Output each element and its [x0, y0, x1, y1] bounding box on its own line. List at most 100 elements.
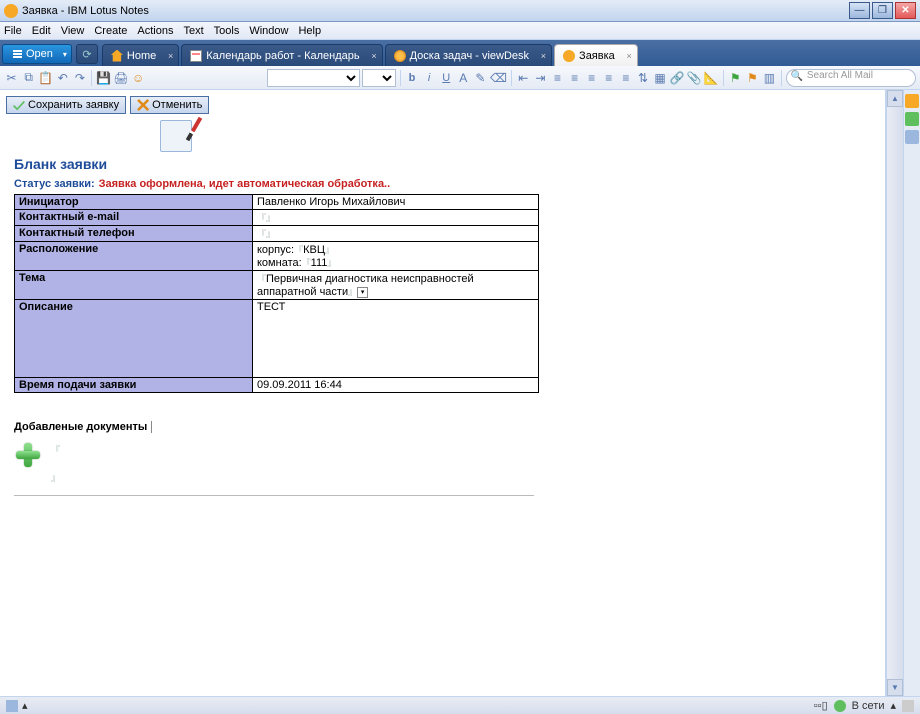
- tab-request[interactable]: Заявка×: [554, 44, 638, 66]
- rss-icon[interactable]: [905, 94, 919, 108]
- print-icon[interactable]: 🖨: [113, 69, 128, 87]
- tab-close-icon[interactable]: ×: [627, 51, 632, 61]
- check-icon: [13, 99, 25, 111]
- spacing-icon[interactable]: ⇅: [635, 69, 650, 87]
- tab-home[interactable]: Home×: [102, 44, 179, 66]
- description-label: Описание: [15, 300, 253, 378]
- numbering-icon[interactable]: ≡: [567, 69, 582, 87]
- copy-icon[interactable]: ⧉: [21, 69, 36, 87]
- redo-icon[interactable]: ↷: [72, 69, 87, 87]
- cancel-button[interactable]: Отменить: [130, 96, 209, 114]
- vertical-scrollbar[interactable]: ▲ ▼: [886, 90, 903, 696]
- status-arrow-2[interactable]: ▴: [890, 699, 896, 712]
- home-icon: [111, 50, 123, 62]
- align-left-icon[interactable]: ≡: [584, 69, 599, 87]
- more-icon[interactable]: ▥: [762, 69, 777, 87]
- paste-icon[interactable]: 📋: [38, 69, 53, 87]
- menu-create[interactable]: Create: [94, 25, 127, 37]
- status-label: Статус заявки:: [14, 178, 95, 190]
- menu-view[interactable]: View: [61, 25, 85, 37]
- align-right-icon[interactable]: ≡: [618, 69, 633, 87]
- menu-file[interactable]: File: [4, 25, 22, 37]
- close-button[interactable]: ✕: [895, 2, 916, 19]
- scroll-down-icon[interactable]: ▼: [887, 679, 903, 696]
- indent-right-icon[interactable]: ⇥: [533, 69, 548, 87]
- menu-tools[interactable]: Tools: [214, 25, 240, 37]
- divider: [14, 495, 534, 496]
- phone-label: Контактный телефон: [15, 226, 253, 242]
- sametime-icon[interactable]: [905, 112, 919, 126]
- menu-text[interactable]: Text: [183, 25, 203, 37]
- menu-help[interactable]: Help: [298, 25, 321, 37]
- email-field[interactable]: 『』: [253, 210, 539, 226]
- save-request-button[interactable]: Сохранить заявку: [6, 96, 126, 114]
- highlight-icon[interactable]: ✎: [473, 69, 488, 87]
- clear-format-icon[interactable]: ⌫: [490, 69, 507, 87]
- form-header-icon: [160, 120, 192, 152]
- bullets-icon[interactable]: ≡: [550, 69, 565, 87]
- description-field[interactable]: ТЕСТ: [253, 300, 539, 378]
- refresh-button[interactable]: ⟳: [76, 44, 98, 64]
- menu-edit[interactable]: Edit: [32, 25, 51, 37]
- dropdown-icon[interactable]: ▾: [357, 287, 368, 298]
- cancel-icon: [137, 99, 149, 111]
- tab-close-icon[interactable]: ×: [371, 51, 376, 61]
- status-line: Статус заявки: Заявка оформлена, идет ав…: [14, 174, 871, 190]
- menu-window[interactable]: Window: [249, 25, 288, 37]
- phone-field[interactable]: 『』: [253, 226, 539, 242]
- link-icon[interactable]: 🔗: [670, 69, 685, 87]
- underline-icon[interactable]: U: [439, 69, 454, 87]
- search-input[interactable]: Search All Mail: [786, 69, 916, 87]
- table-icon[interactable]: ▦: [653, 69, 668, 87]
- form-title: Бланк заявки: [14, 156, 871, 172]
- request-form-table: Инициатор Павленко Игорь Михайлович Конт…: [14, 194, 539, 393]
- tab-calendar[interactable]: Календарь работ - Календарь×: [181, 44, 382, 66]
- initiator-label: Инициатор: [15, 195, 253, 210]
- maximize-button[interactable]: ❐: [872, 2, 893, 19]
- app-icon: [4, 4, 18, 18]
- subject-label: Тема: [15, 271, 253, 300]
- status-bar: ▴ ▫▫▯ В сети ▴: [0, 696, 920, 714]
- initiator-value: Павленко Игорь Михайлович: [253, 195, 539, 210]
- undo-icon[interactable]: ↶: [55, 69, 70, 87]
- status-icon: [6, 700, 18, 712]
- flag-green-icon[interactable]: ⚑: [728, 69, 743, 87]
- menu-actions[interactable]: Actions: [137, 25, 173, 37]
- tray-icon[interactable]: [902, 700, 914, 712]
- attachment-placeholder: 『』: [45, 441, 60, 485]
- font-color-icon[interactable]: A: [456, 69, 471, 87]
- smiley-icon[interactable]: ☺: [131, 69, 146, 87]
- add-attachment-button[interactable]: [14, 441, 42, 469]
- location-field[interactable]: корпус:『КВЦ』 комната:『111』: [253, 242, 539, 271]
- subject-field[interactable]: 『Первичная диагностика неисправностей ап…: [253, 271, 539, 300]
- doc-icon: [563, 50, 575, 62]
- flag-orange-icon[interactable]: ⚑: [745, 69, 760, 87]
- size-select[interactable]: [362, 69, 396, 87]
- align-center-icon[interactable]: ≡: [601, 69, 616, 87]
- minimize-button[interactable]: —: [849, 2, 870, 19]
- location-label: Расположение: [15, 242, 253, 271]
- italic-icon[interactable]: i: [422, 69, 437, 87]
- board-icon: [394, 50, 406, 62]
- status-arrow[interactable]: ▴: [22, 699, 28, 712]
- toolbar: ✂ ⧉ 📋 ↶ ↷ 💾 🖨 ☺ b i U A ✎ ⌫ ⇤ ⇥ ≡ ≡ ≡ ≡ …: [0, 66, 920, 90]
- tab-taskboard[interactable]: Доска задач - viewDesk×: [385, 44, 552, 66]
- tab-close-icon[interactable]: ×: [541, 51, 546, 61]
- cut-icon[interactable]: ✂: [4, 69, 19, 87]
- save-icon[interactable]: 💾: [96, 69, 111, 87]
- attach-icon[interactable]: 📎: [687, 69, 702, 87]
- calendar-panel-icon[interactable]: [905, 130, 919, 144]
- tab-close-icon[interactable]: ×: [168, 51, 173, 61]
- ruler-icon[interactable]: 📐: [704, 69, 719, 87]
- font-select[interactable]: [267, 69, 360, 87]
- indent-left-icon[interactable]: ⇤: [516, 69, 531, 87]
- calendar-icon: [190, 50, 202, 62]
- title-bar: Заявка - IBM Lotus Notes — ❐ ✕: [0, 0, 920, 22]
- side-panel: [903, 90, 920, 696]
- tab-bar: Open ⟳ Home× Календарь работ - Календарь…: [0, 40, 920, 66]
- email-label: Контактный e-mail: [15, 210, 253, 226]
- status-value: Заявка оформлена, идет автоматическая об…: [99, 178, 391, 190]
- scroll-up-icon[interactable]: ▲: [887, 90, 903, 107]
- bold-icon[interactable]: b: [404, 69, 419, 87]
- open-button[interactable]: Open: [2, 44, 72, 64]
